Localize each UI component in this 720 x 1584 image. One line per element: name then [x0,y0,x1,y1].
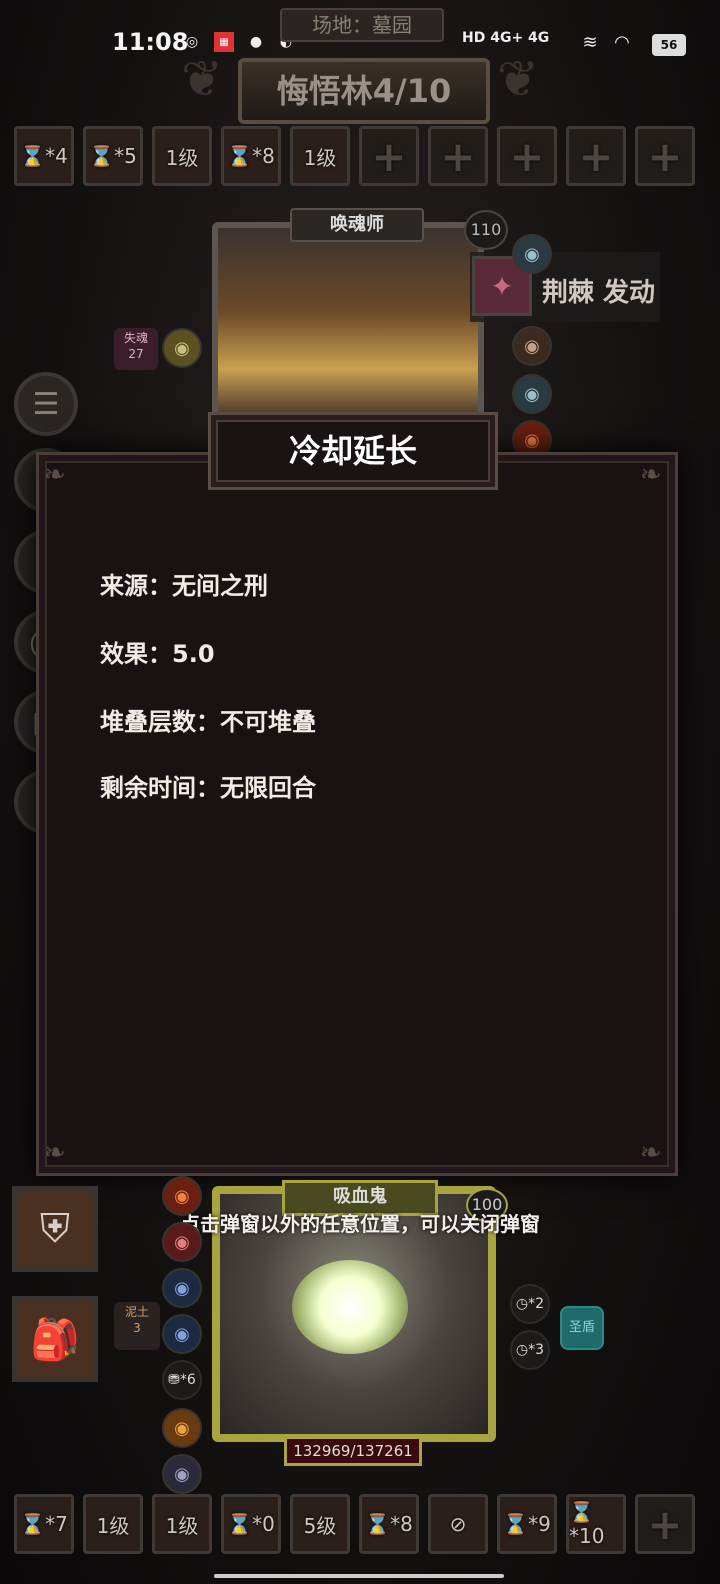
coin-icon: ⛃ [168,1372,180,1388]
player-effect-sun-icon[interactable]: ◉ [162,1408,202,1448]
enemy-skill-slot[interactable]: ⌛*8 [221,126,281,186]
popup-remaining: 剩余时间：无限回合 [100,774,316,802]
enemy-skill-slot[interactable]: + [566,126,626,186]
enemy-card[interactable] [212,222,484,422]
clock-icon: ◷ [515,1342,529,1358]
cooldown-2-count: *3 [528,1342,545,1358]
app-notification-icon: ◎ [185,34,199,50]
enemy-skill-slot-label: + [578,131,614,181]
player-skill-slot[interactable]: ⌛*0 [221,1494,281,1554]
player-skill-slot[interactable]: 1级 [83,1494,143,1554]
enemy-effect-orb-1-icon[interactable]: ◉ [512,234,552,274]
enemy-skill-slot-label: + [440,131,476,181]
clock-icon: ◷ [515,1296,529,1312]
enemy-skill-slot-label: + [371,131,407,181]
enemy-skill-slot-label: ⌛*4 [20,144,68,168]
popup-corner-ornament-icon: ❧ [640,1138,662,1168]
enemy-skill-slot[interactable]: 1级 [152,126,212,186]
enemy-skill-slot[interactable]: + [635,126,695,186]
player-skill-slot-label: ⌛*9 [503,1512,551,1536]
player-skill-slot-label: 1级 [165,1513,199,1538]
network-indicator: HD 4G+ 4G [462,30,550,46]
soul-loss-value: 27 [128,347,144,361]
gesture-nav-bar[interactable] [214,1574,504,1578]
trigger-text: 荆棘 发动 [542,278,656,308]
player-effect-blood-icon[interactable]: ◉ [162,1222,202,1262]
player-hp-bar: 132969/137261 [284,1436,422,1466]
backpack-icon: 🎒 [30,1316,80,1363]
holy-shield-status[interactable]: 圣盾 [560,1306,604,1350]
left-dragon-ornament-icon: ❦ [181,50,223,108]
enemy-skill-slot-label: + [647,131,683,181]
player-skill-slot[interactable]: ⌛*10 [566,1494,626,1554]
hamburger-icon: ☰ [32,386,60,422]
battery-indicator: 56 [652,34,686,56]
player-skill-slot-label: ⌛*8 [365,1512,413,1536]
popup-corner-ornament-icon: ❧ [44,460,66,490]
enemy-level-badge: 110 [464,210,508,250]
player-skill-slot[interactable]: + [635,1494,695,1554]
enemy-effect-orb-3-icon[interactable]: ◉ [512,374,552,414]
message-icon: ● [249,34,263,50]
player-skill-slot[interactable]: ⊘ [428,1494,488,1554]
enemy-effect-orb-2-icon[interactable]: ◉ [512,326,552,366]
player-skill-slot-label: 1级 [96,1513,130,1538]
effect-detail-popup[interactable] [36,452,678,1176]
player-skill-slot-label: ⌛*0 [227,1512,275,1536]
enemy-buff-orb-icon[interactable]: ◉ [162,328,202,368]
enemy-skill-slot-label: 1级 [303,145,337,170]
popup-title: 冷却延长 [208,412,498,490]
enemy-skill-slot[interactable]: ⌛*4 [14,126,74,186]
mud-value: 3 [133,1321,141,1335]
player-effect-blue-1-icon[interactable]: ◉ [162,1268,202,1308]
soul-loss-status[interactable]: 失魂 27 [114,328,158,370]
popup-effect: 效果：5.0 [100,640,215,668]
menu-button[interactable]: ☰ [14,372,78,436]
wifi-icon-secondary: ◠ [614,31,630,53]
player-effect-fire-icon[interactable]: ◉ [162,1176,202,1216]
coin-count: *6 [179,1372,196,1388]
enemy-skill-slot-label: 1级 [165,145,199,170]
soul-loss-label: 失魂 [123,331,148,345]
enemy-name: 唤魂师 [290,208,424,242]
popup-corner-ornament-icon: ❧ [44,1138,66,1168]
enemy-skill-slot[interactable]: + [497,126,557,186]
popup-stack: 堆叠层数：不可堆叠 [100,708,316,736]
player-glow-effect [292,1260,408,1354]
stage-banner: 悔悟林4/10 [238,58,490,124]
player-skill-slot[interactable]: ⌛*9 [497,1494,557,1554]
enemy-skill-slot-label: ⌛*5 [89,144,137,168]
enemy-skill-slot[interactable]: + [359,126,419,186]
coin-status[interactable]: ⛃ *6 [162,1360,202,1400]
popup-source: 来源：无间之刑 [100,572,268,600]
cooldown-1-count: *2 [528,1296,545,1312]
player-skill-slot[interactable]: ⌛*7 [14,1494,74,1554]
player-skill-slot[interactable]: 1级 [152,1494,212,1554]
cooldown-status-1[interactable]: ◷ *2 [510,1284,550,1324]
player-skill-slot-label: 5级 [303,1513,337,1538]
player-effect-orb-icon[interactable]: ◉ [162,1454,202,1494]
backpack-button[interactable]: 🎒 [12,1296,98,1382]
player-skill-slot-label: ⊘ [449,1512,467,1536]
venue-label: 场地：墓园 [280,8,444,42]
mud-label: 泥土 [124,1305,149,1319]
cooldown-status-2[interactable]: ◷ *3 [510,1330,550,1370]
close-hint: 点击弹窗以外的任意位置，可以关闭弹窗 [180,1212,540,1236]
wifi-icon: ≋ [582,31,598,53]
mud-status[interactable]: 泥土 3 [114,1302,160,1350]
player-effect-blue-2-icon[interactable]: ◉ [162,1314,202,1354]
player-skill-slot-label: + [647,1499,683,1549]
popup-corner-ornament-icon: ❧ [640,460,662,490]
news-app-icon: ▦ [214,32,234,52]
right-dragon-ornament-icon: ❦ [497,50,539,108]
player-skill-slot[interactable]: 5级 [290,1494,350,1554]
player-skill-slot-label: ⌛*7 [20,1512,68,1536]
enemy-skill-slot[interactable]: + [428,126,488,186]
enemy-skill-slot-label: + [509,131,545,181]
enemy-skill-slot[interactable]: 1级 [290,126,350,186]
player-skill-slot[interactable]: ⌛*8 [359,1494,419,1554]
player-skill-slot-label: ⌛*10 [569,1500,605,1548]
enemy-skill-slot-label: ⌛*8 [227,144,275,168]
enemy-skill-slot[interactable]: ⌛*5 [83,126,143,186]
